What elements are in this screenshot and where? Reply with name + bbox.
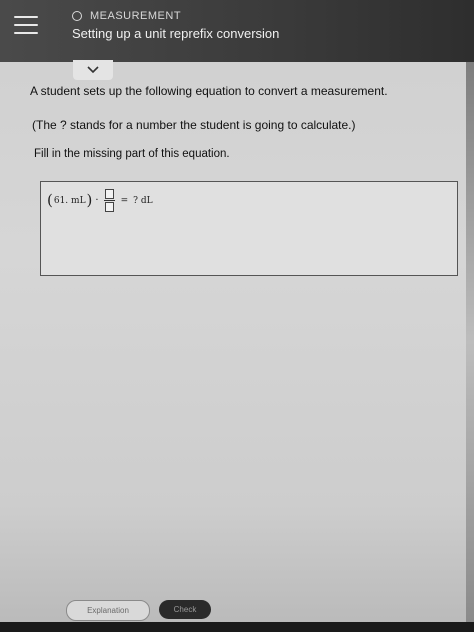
answer-area: ( 61. mL ) · = ? dL [40,181,458,276]
multiply-dot: · [95,195,99,206]
equals-sign: = [120,195,129,206]
conversion-fraction [103,189,115,212]
collapse-toggle[interactable] [73,60,113,80]
header-bar: MEASUREMENT Setting up a unit reprefix c… [0,0,474,62]
numerator-input[interactable] [104,189,114,199]
result-value: ? dL [133,195,153,206]
screen: MEASUREMENT Setting up a unit reprefix c… [0,0,474,632]
given-value: 61. mL [53,195,86,206]
question-line-2: (The ? stands for a number the student i… [32,118,356,132]
footer-edge [0,622,474,632]
circle-icon [72,11,82,21]
topic-row: MEASUREMENT [72,8,181,24]
fraction-bar [103,200,115,201]
explanation-button[interactable]: Explanation [66,600,150,621]
scrollbar[interactable] [466,62,474,622]
left-paren: ( [47,191,53,209]
question-line-3: Fill in the missing part of this equatio… [34,148,230,160]
question-line-1: A student sets up the following equation… [30,84,388,98]
check-button[interactable]: Check [159,600,211,619]
chevron-down-icon [87,66,99,74]
denominator-input[interactable] [104,202,114,212]
right-paren: ) [86,191,93,209]
topic-label: MEASUREMENT [90,10,182,22]
equation: ( 61. mL ) · = ? dL [47,189,154,212]
menu-icon[interactable] [14,14,38,38]
page-title: Setting up a unit reprefix conversion [72,26,280,41]
